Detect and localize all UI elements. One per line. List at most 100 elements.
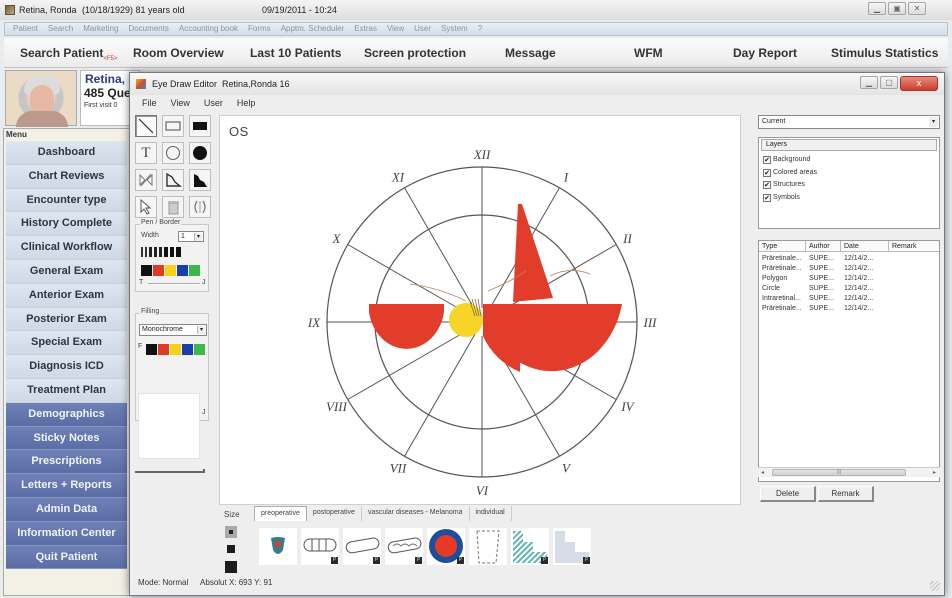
layer-checkbox[interactable]: ✔ bbox=[763, 168, 771, 177]
sidebar-item-sticky-notes[interactable]: Sticky Notes bbox=[6, 426, 127, 451]
view-select[interactable]: Current ▾ bbox=[758, 115, 940, 129]
sidebar-item-letters-reports[interactable]: Letters + Reports bbox=[6, 474, 127, 498]
tab-vascular-diseases-melanoma[interactable]: vascular diseases - Melanoma bbox=[362, 506, 470, 521]
layer-row[interactable]: ✔ Colored areas bbox=[763, 168, 817, 178]
toolbar-message[interactable]: Message bbox=[505, 46, 556, 60]
objects-horizontal-scrollbar[interactable]: ◂ ||| ▸ bbox=[758, 467, 940, 477]
pen-color-swatch-0[interactable] bbox=[141, 265, 152, 276]
editor-maximize-button[interactable]: ▢ bbox=[880, 76, 898, 89]
filling-mode-select[interactable]: Monochrome ▾ bbox=[139, 324, 207, 336]
sidebar-item-demographics[interactable]: Demographics bbox=[6, 402, 127, 427]
table-row[interactable]: Intraretinal... SUPE... 12/14/2... bbox=[759, 294, 939, 304]
remark-button[interactable]: Remark bbox=[818, 486, 874, 502]
hatched-area-stamp[interactable]: P bbox=[511, 528, 549, 565]
pen-transparency-slider[interactable] bbox=[148, 283, 200, 285]
sidebar-item-dashboard[interactable]: Dashboard bbox=[6, 141, 127, 165]
sidebar-item-treatment-plan[interactable]: Treatment Plan bbox=[6, 378, 127, 403]
delete-button[interactable]: Delete bbox=[760, 486, 816, 502]
sidebar-item-chart-reviews[interactable]: Chart Reviews bbox=[6, 164, 127, 189]
menu-item-search[interactable]: Search bbox=[43, 23, 78, 35]
delete-tool[interactable] bbox=[162, 196, 184, 218]
hatched-capsule-stamp[interactable]: P bbox=[385, 528, 423, 565]
menu-item-forms[interactable]: Forms bbox=[243, 23, 276, 35]
maximize-button[interactable]: ▣ bbox=[888, 2, 906, 15]
editor-menu-file[interactable]: File bbox=[142, 95, 157, 112]
table-row[interactable]: Präretinale... SUPE... 12/14/2... bbox=[759, 304, 939, 314]
close-button[interactable]: ✕ bbox=[908, 2, 926, 15]
toolbar-wfm[interactable]: WFM bbox=[634, 46, 663, 60]
column-author[interactable]: Author bbox=[806, 241, 841, 252]
editor-menu-user[interactable]: User bbox=[204, 95, 223, 112]
menu-item-[interactable]: ? bbox=[473, 23, 487, 35]
sidebar-item-general-exam[interactable]: General Exam bbox=[6, 259, 127, 284]
laser-spots-stamp[interactable]: P bbox=[301, 528, 339, 565]
sidebar-item-admin-data[interactable]: Admin Data bbox=[6, 497, 127, 522]
minimize-button[interactable]: ▁ bbox=[868, 2, 886, 15]
tab-postoperative[interactable]: postoperative bbox=[307, 506, 362, 521]
sidebar-item-posterior-exam[interactable]: Posterior Exam bbox=[6, 307, 127, 332]
size-small-button[interactable] bbox=[225, 526, 237, 538]
toolbar-last-10-patients[interactable]: Last 10 Patients bbox=[250, 46, 341, 60]
circle-tool[interactable] bbox=[162, 142, 184, 164]
editor-menu-view[interactable]: View bbox=[171, 95, 190, 112]
menu-item-apptm-scheduler[interactable]: Apptm. Scheduler bbox=[276, 23, 350, 35]
ring-stamp[interactable]: P bbox=[427, 528, 465, 565]
filled-rectangle-tool[interactable] bbox=[189, 115, 211, 137]
menu-item-user[interactable]: User bbox=[409, 23, 436, 35]
line-style-picker[interactable] bbox=[141, 247, 181, 257]
toolbar-screen-protection[interactable]: Screen protection bbox=[364, 46, 466, 60]
fundus-diagram[interactable]: XIIIIIIIIIVVVIVIIVIIIIXXXI bbox=[220, 116, 742, 506]
sidebar-item-special-exam[interactable]: Special Exam bbox=[6, 331, 127, 356]
column-remark[interactable]: Remark bbox=[889, 241, 939, 252]
faded-area-stamp[interactable]: P bbox=[553, 528, 591, 565]
tab-individual[interactable]: individual bbox=[470, 506, 512, 521]
rectangle-tool[interactable] bbox=[162, 115, 184, 137]
fill-color-swatch-0[interactable] bbox=[146, 344, 157, 355]
polygon-tool[interactable] bbox=[162, 169, 184, 191]
select-tool[interactable] bbox=[135, 196, 157, 218]
tab-preoperative[interactable]: preoperative bbox=[254, 506, 307, 521]
pen-color-swatch-3[interactable] bbox=[177, 265, 188, 276]
menu-item-documents[interactable]: Documents bbox=[123, 23, 173, 35]
menu-item-view[interactable]: View bbox=[382, 23, 409, 35]
toolbar-stimulus-statistics[interactable]: Stimulus Statistics bbox=[831, 46, 938, 60]
menu-item-system[interactable]: System bbox=[436, 23, 473, 35]
layer-row[interactable]: ✔ Structures bbox=[763, 180, 805, 190]
toolbar-day-report[interactable]: Day Report bbox=[733, 46, 797, 60]
filled-circle-tool[interactable] bbox=[189, 142, 211, 164]
sidebar-item-information-center[interactable]: Information Center bbox=[6, 521, 127, 546]
editor-menu-help[interactable]: Help bbox=[237, 95, 256, 112]
resize-grip[interactable] bbox=[930, 581, 940, 591]
sidebar-item-quit-patient[interactable]: Quit Patient bbox=[6, 545, 127, 570]
menu-item-patient[interactable]: Patient bbox=[8, 23, 43, 35]
scroll-right-icon[interactable]: ▸ bbox=[933, 468, 936, 478]
table-row[interactable]: Präretinale... SUPE... 12/14/2... bbox=[759, 254, 939, 264]
sidebar-item-prescriptions[interactable]: Prescriptions bbox=[6, 450, 127, 475]
table-row[interactable]: Präretinale... SUPE... 12/14/2... bbox=[759, 264, 939, 274]
scroll-left-icon[interactable]: ◂ bbox=[761, 468, 764, 478]
table-row[interactable]: Circle SUPE... 12/14/2... bbox=[759, 284, 939, 294]
table-row[interactable]: Polygon SUPE... 12/14/2... bbox=[759, 274, 939, 284]
mirror-tool[interactable] bbox=[135, 169, 157, 191]
fill-color-swatch-2[interactable] bbox=[170, 344, 181, 355]
toolbar-room-overview[interactable]: Room Overview bbox=[133, 46, 224, 60]
size-large-button[interactable] bbox=[225, 561, 237, 573]
sidebar-item-diagnosis-icd[interactable]: Diagnosis ICD bbox=[6, 355, 127, 379]
text-tool[interactable]: T bbox=[135, 142, 157, 164]
vessel-stamp[interactable] bbox=[259, 528, 297, 565]
layer-checkbox[interactable]: ✔ bbox=[763, 181, 771, 189]
pen-color-swatch-1[interactable] bbox=[153, 265, 164, 276]
sidebar-item-encounter-type[interactable]: Encounter type bbox=[6, 188, 127, 213]
capsule-stamp[interactable]: P bbox=[343, 528, 381, 565]
layer-row[interactable]: ✔ Symbols bbox=[763, 193, 800, 203]
layer-row[interactable]: ✔ Background bbox=[763, 155, 810, 165]
toolbar-search-patient[interactable]: Search Patient<F5> bbox=[20, 46, 117, 62]
drawing-canvas[interactable]: OS XII I II III IV V VI VII VIII IX X XI bbox=[219, 115, 741, 505]
pen-color-swatch-4[interactable] bbox=[189, 265, 200, 276]
scrollbar-thumb[interactable]: ||| bbox=[772, 469, 906, 476]
menu-item-accounting-book[interactable]: Accounting book bbox=[174, 23, 243, 35]
editor-minimize-button[interactable]: ▁ bbox=[860, 76, 878, 89]
patient-photo[interactable] bbox=[5, 70, 77, 127]
layer-checkbox[interactable]: ✔ bbox=[763, 193, 771, 202]
dashed-border-stamp[interactable] bbox=[469, 528, 507, 565]
